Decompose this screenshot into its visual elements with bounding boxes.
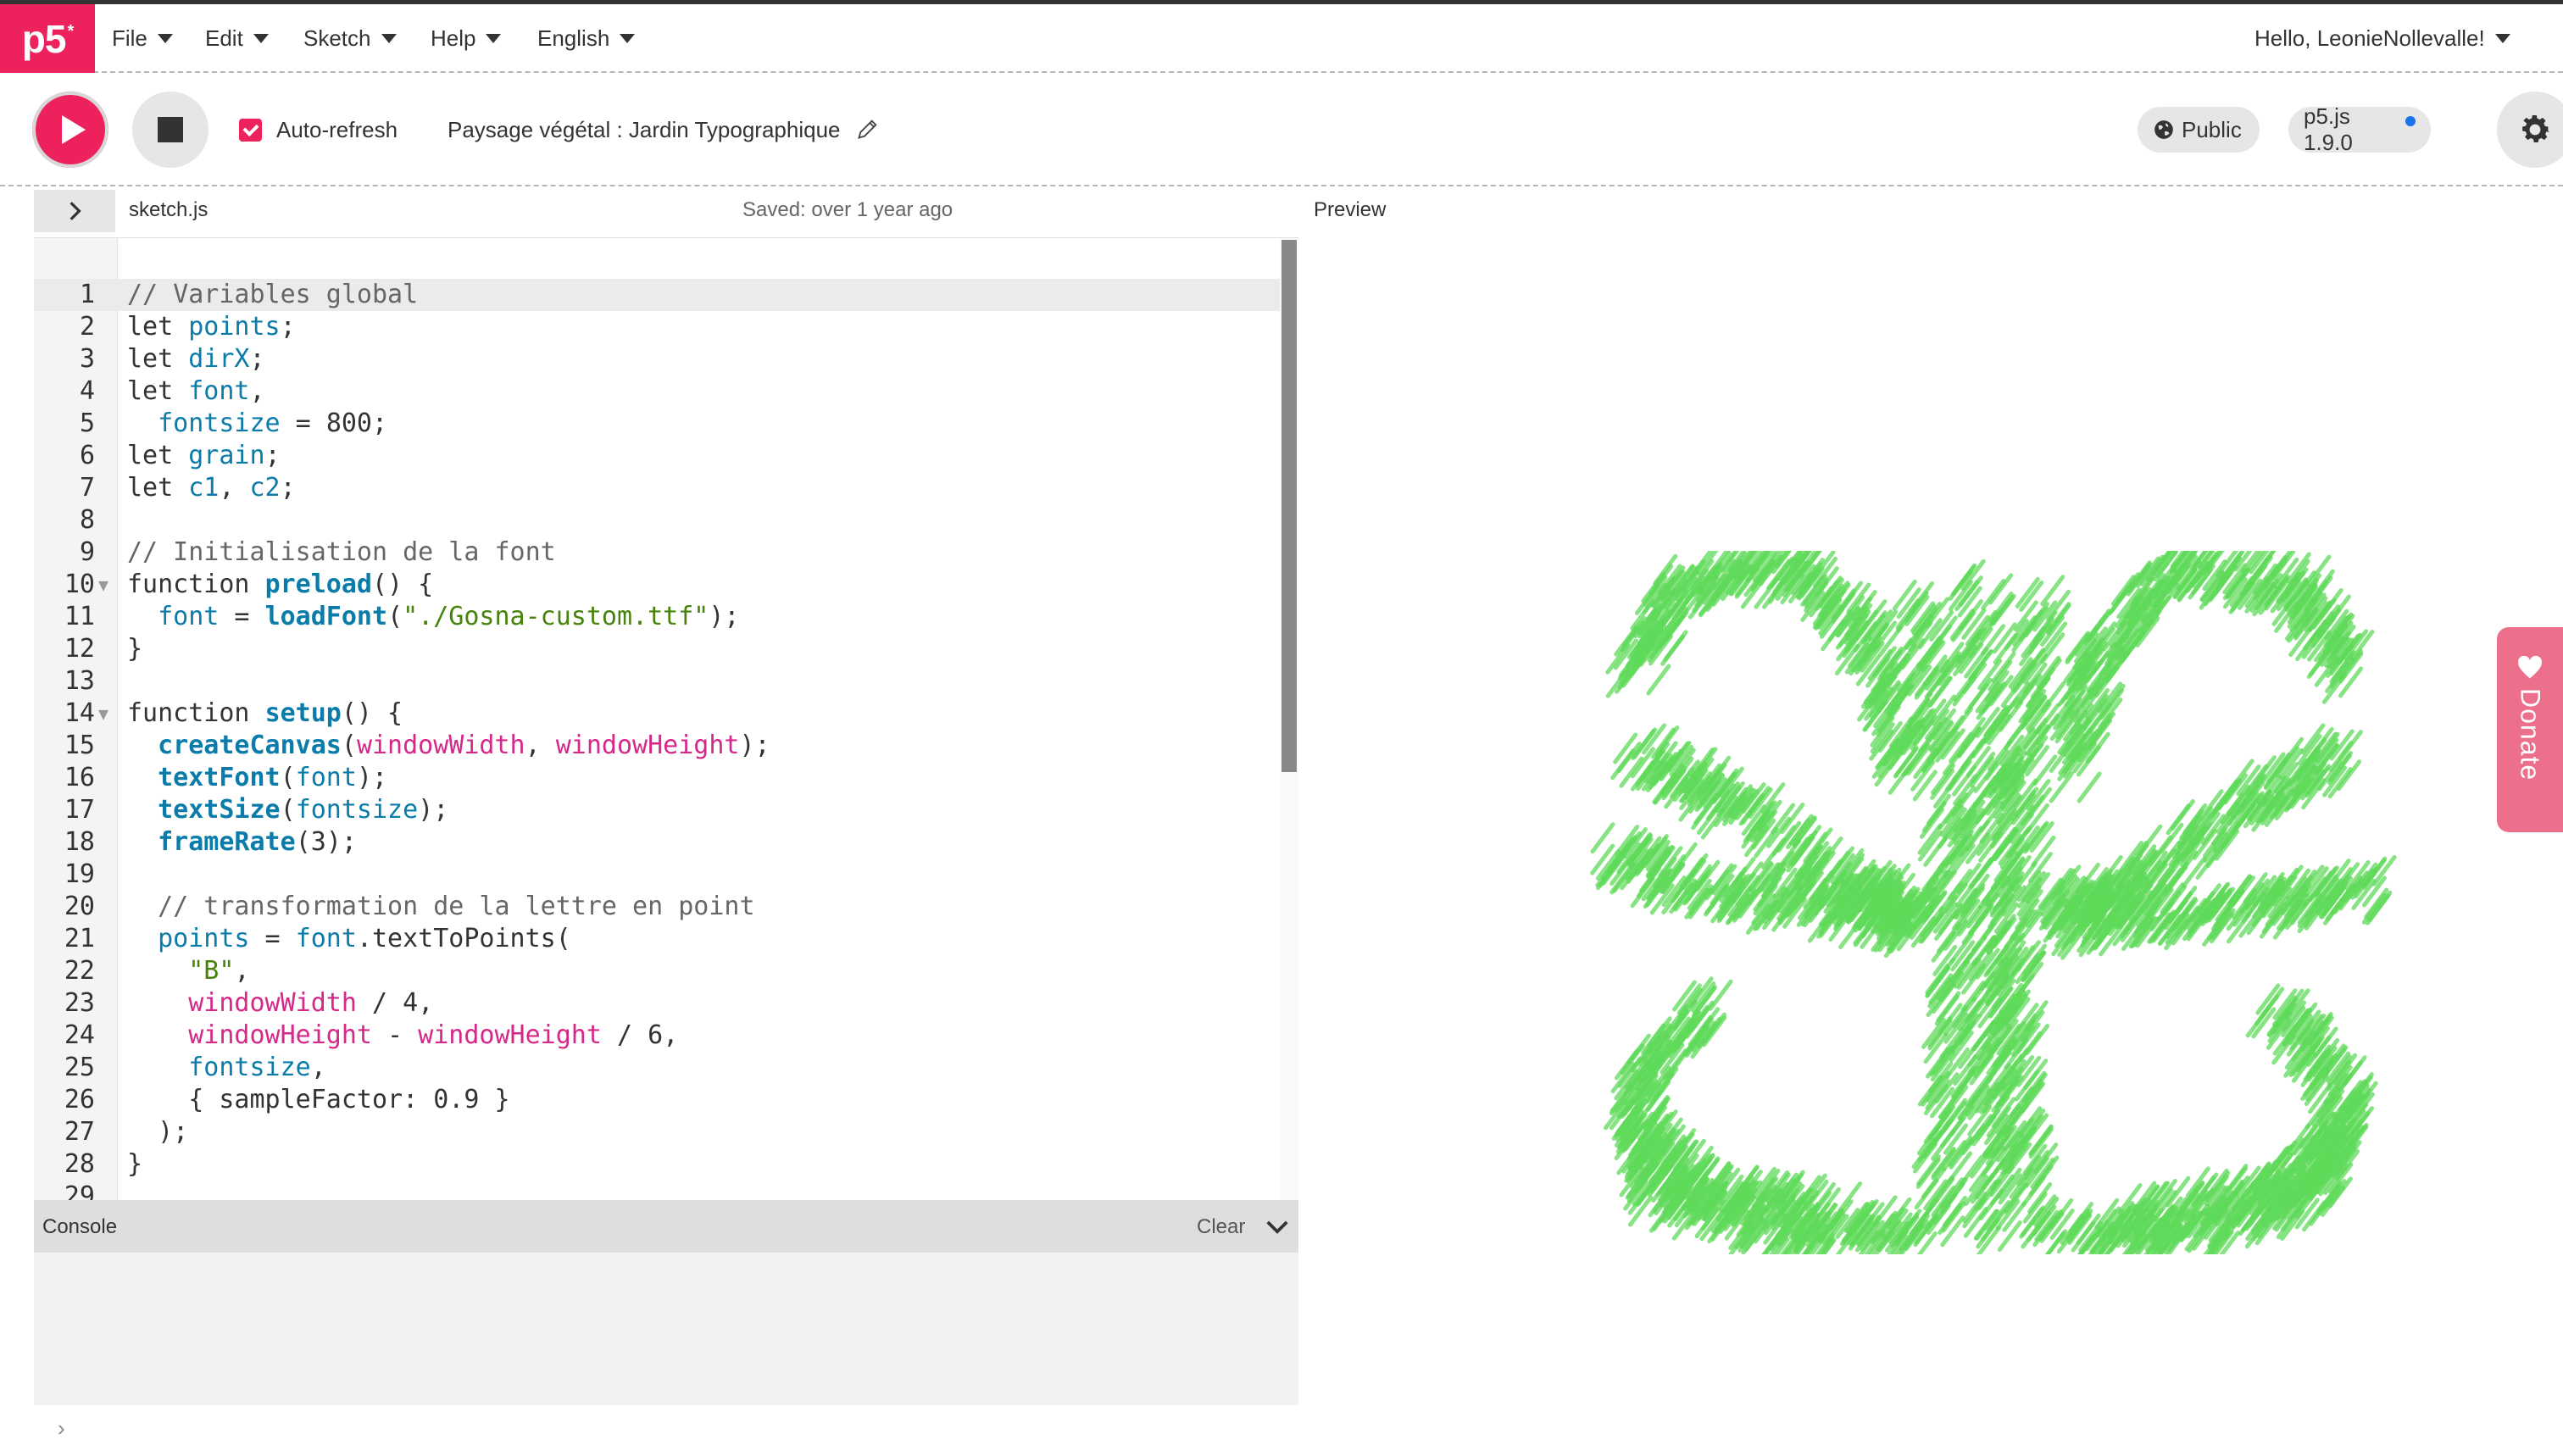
glyph-hatch-stroke	[1981, 578, 2006, 610]
code-line: 29	[64, 1181, 95, 1201]
version-selector[interactable]: p5.js 1.9.0	[2288, 103, 2431, 155]
glyph-hatch-stroke	[1646, 664, 1671, 696]
menu-language[interactable]: English	[537, 4, 636, 73]
caret-down-icon	[253, 34, 269, 43]
code-line: 23 windowWidth / 4,	[64, 988, 434, 1018]
code-line: 13	[64, 666, 95, 696]
code-line: 24 windowHeight - windowHeight / 6,	[64, 1020, 679, 1050]
console-title: Console	[42, 1215, 118, 1238]
sketch-name[interactable]: Paysage végétal : Jardin Typographique	[448, 117, 841, 143]
code-line: 4 let font,	[79, 376, 265, 406]
play-icon	[62, 115, 86, 144]
settings-button[interactable]	[2497, 92, 2563, 168]
menu-sketch[interactable]: Sketch	[303, 4, 397, 73]
preview-label: Preview	[1314, 198, 1387, 221]
caret-down-icon	[381, 34, 397, 43]
glyph-hatch-stroke	[1997, 1220, 2022, 1253]
glyph-hatch-stroke	[2077, 771, 2102, 803]
fold-icon[interactable]: ▼	[98, 569, 108, 601]
code-editor[interactable]: 1// Variables global 2 let points; 3 let d…	[34, 237, 1298, 1201]
caret-down-icon	[157, 34, 173, 43]
console-input[interactable]: ›	[34, 1405, 1298, 1456]
caret-down-icon	[486, 34, 502, 43]
preview-canvas[interactable]	[1305, 236, 2563, 1456]
code-line: 12}	[64, 634, 143, 664]
code-line: 10 ▼ function preload() {	[64, 569, 434, 601]
code-line: 9// Initialisation de la font	[79, 537, 556, 567]
user-menu[interactable]: Hello, LeonieNollevalle!	[2254, 4, 2510, 73]
editor-scrollbar-thumb[interactable]	[1282, 240, 1297, 772]
globe-icon	[2154, 120, 2173, 139]
pencil-icon[interactable]	[856, 117, 880, 141]
collapse-sidebar-button[interactable]	[34, 190, 115, 232]
gear-icon	[2522, 114, 2550, 143]
code-line: 6 let grain;	[79, 441, 281, 470]
menu-file[interactable]: File	[112, 4, 173, 73]
code-line: 8	[79, 505, 95, 535]
code-line: 16 textFont(font);	[64, 763, 388, 792]
code-line: 11 font = loadFont("./Gosna-custom.ttf")…	[64, 602, 740, 631]
donate-tab[interactable]: Donate	[2497, 627, 2563, 832]
visibility-toggle[interactable]: Public	[2138, 107, 2260, 153]
menu-edit[interactable]: Edit	[205, 4, 269, 73]
code-area[interactable]: 1// Variables global 2 let points; 3 let d…	[34, 279, 1280, 1201]
auto-refresh-label: Auto-refresh	[276, 117, 398, 142]
saved-status: Saved: over 1 year ago	[742, 198, 953, 221]
toolbar: Auto-refresh Paysage végétal : Jardin Ty…	[0, 73, 2563, 186]
chevron-down-icon[interactable]	[1265, 1214, 1290, 1239]
console-clear-button[interactable]: Clear	[1197, 1215, 1245, 1239]
sketch-output-glyph	[1590, 551, 2397, 1254]
console-header: Console Clear	[34, 1200, 1298, 1253]
code-line: 5 fontsize = 800;	[79, 408, 388, 438]
glyph-hatch-stroke	[1892, 579, 1917, 611]
code-line: 17 textSize(fontsize);	[64, 795, 449, 825]
chevron-right-icon	[69, 202, 81, 220]
menu-help[interactable]: Help	[431, 4, 502, 73]
code-line: 1// Variables global	[34, 279, 1280, 311]
p5-logo[interactable]: p5 *	[0, 4, 95, 73]
heart-icon	[2518, 656, 2542, 679]
code-line: 7 let c1, c2;	[79, 473, 296, 503]
stop-button[interactable]	[132, 92, 208, 168]
code-line: 25 fontsize,	[64, 1053, 326, 1082]
fold-icon[interactable]: ▼	[98, 697, 108, 730]
code-line: 26 { sampleFactor: 0.9 }	[64, 1085, 510, 1114]
code-line: 21 points = font.textToPoints(	[64, 924, 571, 953]
caret-down-icon	[2494, 34, 2510, 43]
code-line: 15 createCanvas(windowWidth, windowHeigh…	[64, 731, 770, 760]
stop-icon	[158, 117, 183, 142]
code-line: 2 let points;	[79, 312, 296, 342]
play-button[interactable]	[32, 92, 108, 168]
update-dot	[2405, 116, 2416, 126]
prompt-chevron-icon: ›	[58, 1415, 65, 1441]
code-line: 20 // transformation de la lettre en poi…	[64, 892, 755, 921]
code-line: 22 "B",	[64, 956, 250, 986]
console-output	[34, 1253, 1298, 1405]
code-line: 18 frameRate(3);	[64, 827, 357, 857]
code-line: 3 let dirX;	[79, 344, 265, 374]
code-line: 14 ▼ function setup() {	[64, 697, 403, 730]
code-line: 27 );	[64, 1117, 189, 1147]
code-line: 19	[64, 859, 95, 889]
auto-refresh-checkbox[interactable]	[239, 119, 262, 142]
file-tab-sketch-js[interactable]: sketch.js	[129, 198, 208, 222]
menu-bar: p5 * File Edit Sketch Help English Hello,…	[0, 0, 2563, 73]
caret-down-icon	[620, 34, 636, 43]
code-line: 28}	[64, 1149, 143, 1179]
